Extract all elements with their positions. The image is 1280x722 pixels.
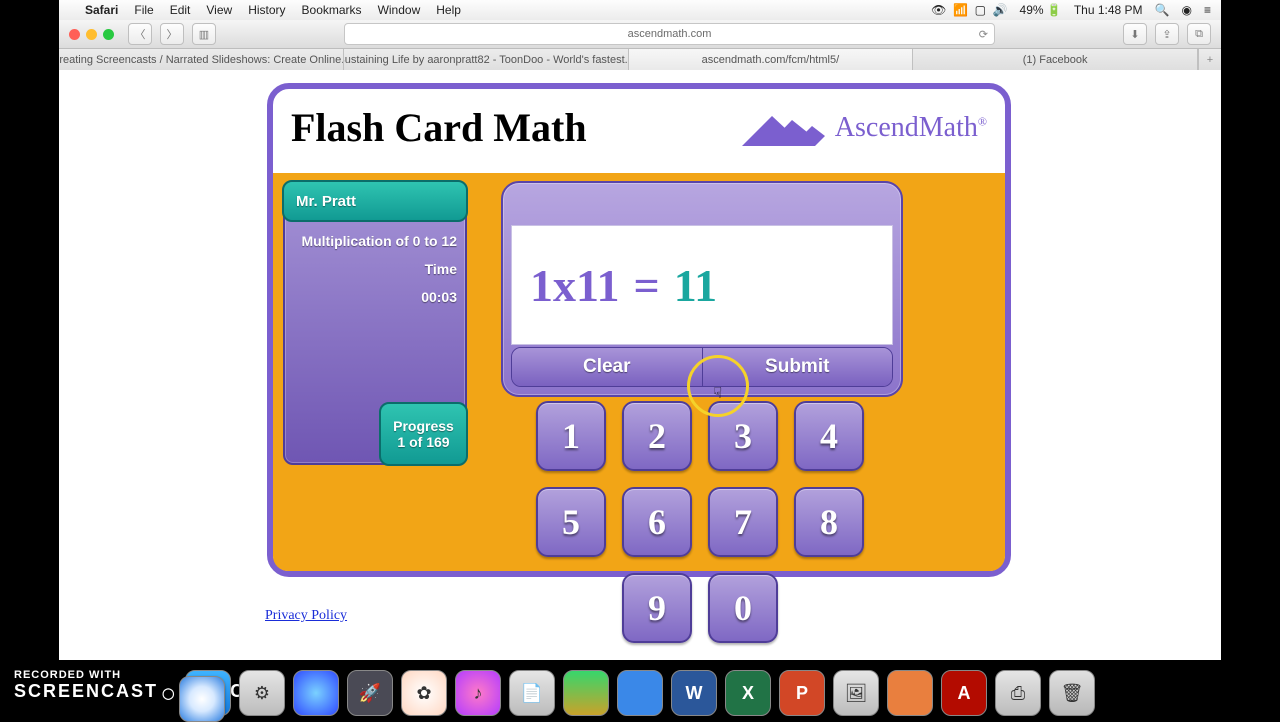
app-header: Flash Card Math AscendMath® [273, 89, 1005, 167]
dock-launchpad-icon[interactable]: 🚀 [347, 670, 393, 716]
minimize-window-button[interactable] [86, 29, 97, 40]
flashcard-display: 1x11 = 11 [511, 225, 893, 345]
reload-icon[interactable]: ⟳ [979, 28, 988, 41]
teacher-name: Mr. Pratt [282, 180, 468, 222]
progress-label: Progress [393, 418, 454, 434]
menu-history[interactable]: History [248, 3, 285, 17]
progress-badge: Progress 1 of 169 [379, 402, 468, 466]
time-value: 00:03 [293, 289, 457, 305]
app-body: Mr. Pratt Multiplication of 0 to 12 Time… [273, 173, 1005, 571]
brand-text: AscendMath® [835, 112, 987, 144]
dock-powerpoint-icon[interactable]: P [779, 670, 825, 716]
key-1[interactable]: 1 [536, 401, 606, 471]
dock-acrobat-icon[interactable]: A [941, 670, 987, 716]
key-7[interactable]: 7 [708, 487, 778, 557]
submit-button[interactable]: Submit [702, 348, 893, 386]
forward-button[interactable]: 〉 [160, 23, 184, 45]
menu-view[interactable]: View [206, 3, 232, 17]
menu-file[interactable]: File [134, 3, 153, 17]
back-button[interactable]: 〈 [128, 23, 152, 45]
clear-button[interactable]: Clear [512, 348, 702, 386]
menu-window[interactable]: Window [378, 3, 421, 17]
sidebar-panel: Mr. Pratt Multiplication of 0 to 12 Time… [283, 181, 467, 465]
sidebar-toggle-button[interactable]: ▥ [192, 23, 216, 45]
mac-menubar: Safari File Edit View History Bookmarks … [59, 0, 1221, 21]
dock-settings-icon[interactable]: ⚙ [239, 670, 285, 716]
app-title: Flash Card Math [291, 108, 587, 148]
time-label: Time [293, 261, 457, 277]
dock-numbers-icon[interactable] [563, 670, 609, 716]
siri-icon[interactable]: ◉ [1182, 3, 1192, 17]
lesson-label: Multiplication of 0 to 12 [293, 233, 457, 249]
tab-1[interactable]: Sustaining Life by aaronpratt82 - ToonDo… [344, 49, 629, 71]
key-0[interactable]: 0 [708, 573, 778, 643]
key-8[interactable]: 8 [794, 487, 864, 557]
key-6[interactable]: 6 [622, 487, 692, 557]
web-page: Flash Card Math AscendMath® Mr. Pratt Mu… [59, 70, 1221, 660]
key-5[interactable]: 5 [536, 487, 606, 557]
safari-window: 〈 〉 ▥ ascendmath.com ⟳ ⬇ ⇪ ⧉ Creating Sc… [59, 20, 1221, 660]
spotlight-icon[interactable]: 🔍 [1155, 3, 1170, 17]
tab-strip: Creating Screencasts / Narrated Slidesho… [59, 49, 1221, 72]
answer-text: 11 [674, 259, 717, 312]
new-tab-button[interactable]: + [1198, 49, 1221, 71]
equals-sign: = [633, 259, 659, 312]
mac-dock: ⚙ 🚀 ✿ ♪ 📄 W X P 🖼 A ⎙ 🗑 [120, 656, 1160, 720]
tab-3[interactable]: (1) Facebook [913, 49, 1198, 71]
dock-preview-icon[interactable]: 🖼 [833, 670, 879, 716]
address-bar[interactable]: ascendmath.com ⟳ [344, 23, 995, 45]
dock-siri-icon[interactable] [293, 670, 339, 716]
downloads-button[interactable]: ⬇ [1123, 23, 1147, 45]
menubar-app[interactable]: Safari [85, 3, 118, 17]
dock-active-app-icon[interactable] [887, 670, 933, 716]
flashcard: 1x11 = 11 Clear Submit [501, 181, 903, 397]
brand-logo: AscendMath® [737, 108, 987, 148]
menu-edit[interactable]: Edit [170, 3, 191, 17]
number-keypad: 1 2 3 4 5 6 7 8 9 0 [501, 401, 899, 643]
tabs-overview-button[interactable]: ⧉ [1187, 23, 1211, 45]
question-text: 1x11 [530, 259, 619, 312]
dock-trash-icon[interactable]: 🗑 [1049, 670, 1095, 716]
status-icons: 👁 📶 ▢ 🔊 [931, 3, 1007, 17]
menu-help[interactable]: Help [436, 3, 461, 17]
dock-excel-icon[interactable]: X [725, 670, 771, 716]
privacy-policy-link[interactable]: Privacy Policy [265, 608, 347, 624]
window-controls [69, 29, 114, 40]
ascend-mark-icon [737, 108, 827, 148]
zoom-window-button[interactable] [103, 29, 114, 40]
dock-photos-icon[interactable]: ✿ [401, 670, 447, 716]
dock-textedit-icon[interactable]: 📄 [509, 670, 555, 716]
menu-bookmarks[interactable]: Bookmarks [302, 3, 362, 17]
flashcard-app: Flash Card Math AscendMath® Mr. Pratt Mu… [267, 83, 1011, 577]
dock-keynote-icon[interactable] [617, 670, 663, 716]
url-text: ascendmath.com [628, 28, 712, 40]
notification-center-icon[interactable]: ≡ [1204, 3, 1211, 17]
key-9[interactable]: 9 [622, 573, 692, 643]
close-window-button[interactable] [69, 29, 80, 40]
dock-safari-icon[interactable] [179, 676, 225, 722]
battery-status: 49% 🔋 [1020, 3, 1062, 17]
tab-2[interactable]: ascendmath.com/fcm/html5/ [629, 49, 914, 71]
key-2[interactable]: 2 [622, 401, 692, 471]
dock-scanner-icon[interactable]: ⎙ [995, 670, 1041, 716]
share-button[interactable]: ⇪ [1155, 23, 1179, 45]
dock-word-icon[interactable]: W [671, 670, 717, 716]
safari-toolbar: 〈 〉 ▥ ascendmath.com ⟳ ⬇ ⇪ ⧉ [59, 20, 1221, 49]
key-3[interactable]: 3 [708, 401, 778, 471]
clock: Thu 1:48 PM [1074, 3, 1143, 17]
dock-itunes-icon[interactable]: ♪ [455, 670, 501, 716]
progress-value: 1 of 169 [397, 434, 449, 450]
tab-0[interactable]: Creating Screencasts / Narrated Slidesho… [59, 49, 344, 71]
key-4[interactable]: 4 [794, 401, 864, 471]
